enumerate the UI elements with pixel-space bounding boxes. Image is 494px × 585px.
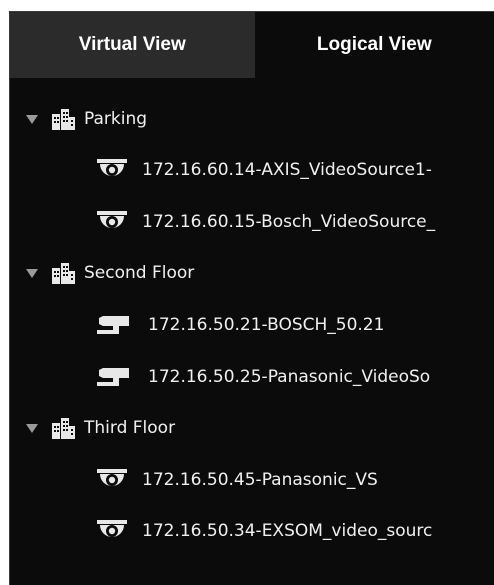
camera-label: 172.16.50.34-EXSOM_video_sourc (142, 521, 433, 541)
tree-group-parking[interactable]: Parking (10, 99, 494, 139)
tab-virtual-view[interactable]: Virtual View (10, 12, 255, 78)
camera-label: 172.16.60.15-Bosch_VideoSource_ (142, 212, 436, 232)
tree-group-second-floor[interactable]: Second Floor (10, 253, 494, 293)
view-tabs: Virtual View Logical View (10, 12, 494, 78)
dome-camera-icon (97, 519, 127, 543)
expand-caret-icon[interactable] (26, 423, 38, 433)
camera-label: 172.16.50.45-Panasonic_VS (142, 470, 378, 490)
tree-camera-item[interactable]: 172.16.50.25-Panasonic_VideoSo (10, 357, 494, 397)
dome-camera-icon (97, 210, 127, 234)
dome-camera-icon (97, 158, 127, 182)
building-icon (51, 417, 75, 439)
tree-camera-item[interactable]: 172.16.50.34-EXSOM_video_sourc (10, 511, 494, 551)
bullet-camera-icon (95, 313, 131, 337)
device-tree-panel: Virtual View Logical View Parking 172.16… (9, 11, 494, 585)
tree-camera-item[interactable]: 172.16.60.14-AXIS_VideoSource1- (10, 150, 494, 190)
camera-label: 172.16.60.14-AXIS_VideoSource1- (142, 160, 432, 180)
expand-caret-icon[interactable] (26, 268, 38, 278)
building-icon (51, 262, 75, 284)
tree-group-third-floor[interactable]: Third Floor (10, 408, 494, 448)
group-label: Parking (84, 109, 148, 129)
tree-camera-item[interactable]: 172.16.50.45-Panasonic_VS (10, 460, 494, 500)
tab-logical-view[interactable]: Logical View (254, 12, 494, 78)
bullet-camera-icon (95, 365, 131, 389)
group-label: Second Floor (84, 263, 195, 283)
tree-camera-item[interactable]: 172.16.60.15-Bosch_VideoSource_ (10, 202, 494, 242)
expand-caret-icon[interactable] (26, 114, 38, 124)
tree-camera-item[interactable]: 172.16.50.21-BOSCH_50.21 (10, 305, 494, 345)
camera-label: 172.16.50.21-BOSCH_50.21 (148, 315, 385, 335)
dome-camera-icon (97, 468, 127, 492)
camera-label: 172.16.50.25-Panasonic_VideoSo (148, 367, 431, 387)
group-label: Third Floor (84, 418, 176, 438)
building-icon (51, 108, 75, 130)
